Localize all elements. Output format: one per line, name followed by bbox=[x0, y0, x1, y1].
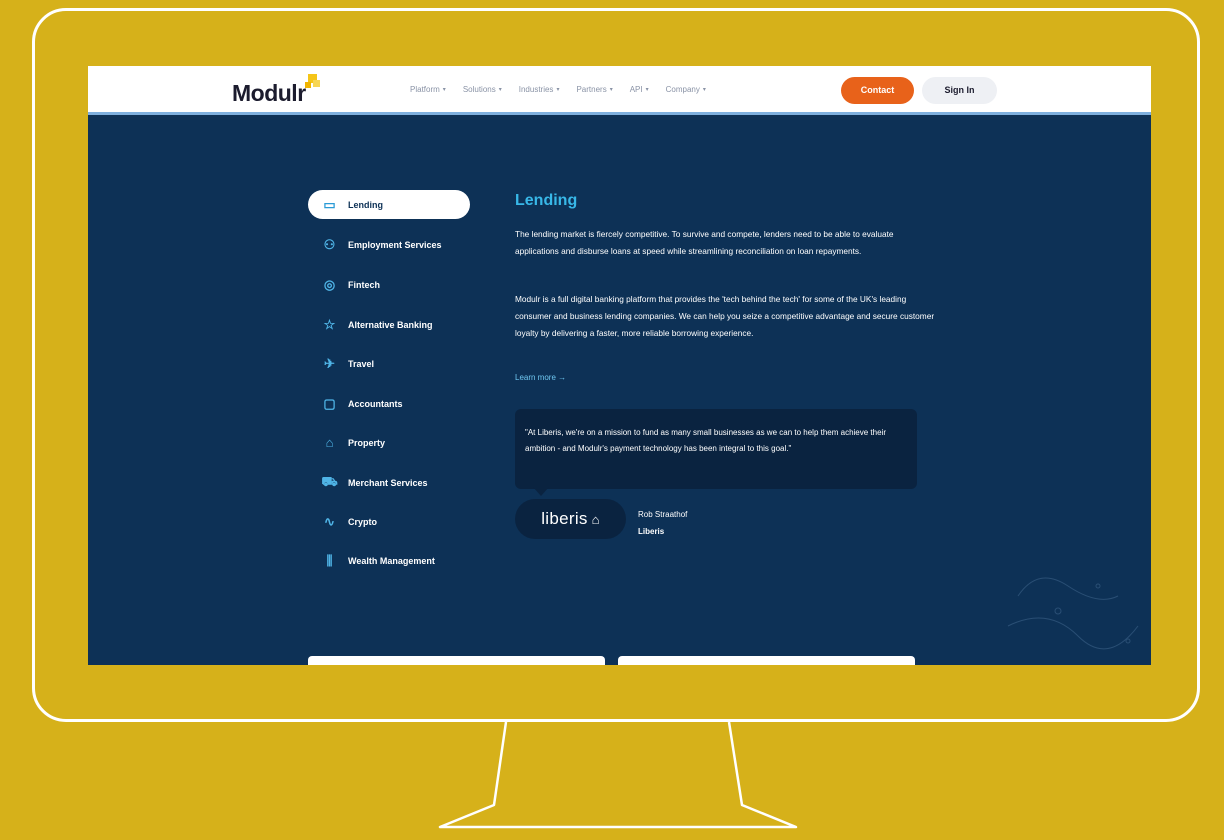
menu-company[interactable]: Company ▾ bbox=[666, 85, 706, 94]
sidebar-item-label: Travel bbox=[348, 358, 375, 369]
author-company: Liberis bbox=[638, 527, 665, 536]
sidebar-item-label: Employment Services bbox=[348, 239, 442, 250]
chevron-down-icon: ▾ bbox=[498, 87, 502, 93]
main-menu: Platform ▾ Solutions ▾ Industries ▾ Partner… bbox=[410, 85, 706, 94]
testimonial-quote: "At Liberis, we're on a mission to fund … bbox=[515, 409, 917, 489]
sidebar-item-alternative-banking[interactable]: ☆ Alternative Banking bbox=[308, 310, 470, 339]
menu-industries[interactable]: Industries ▾ bbox=[519, 85, 560, 94]
website-screen: Modulr Platform ▾ Solutions ▾ Industries ▾ … bbox=[88, 66, 1151, 665]
menu-partners[interactable]: Partners ▾ bbox=[576, 85, 612, 94]
sidebar-item-property[interactable]: ⌂ Property bbox=[308, 428, 470, 457]
plane-icon: ✈ bbox=[324, 355, 335, 371]
sidebar-item-fintech[interactable]: ◎ Fintech bbox=[308, 270, 470, 299]
sidebar-item-label: Accountants bbox=[348, 398, 403, 409]
quote-pointer bbox=[533, 487, 549, 496]
cart-icon: ⛟ bbox=[321, 473, 338, 489]
chevron-down-icon: ▾ bbox=[645, 87, 649, 93]
home-icon: ⌂ bbox=[325, 435, 334, 450]
card-icon: ▭ bbox=[323, 196, 336, 212]
chevron-down-icon: ▾ bbox=[442, 87, 446, 93]
globe-icon: ◎ bbox=[323, 276, 336, 292]
partner-logo: liberis ⌂ bbox=[515, 499, 626, 539]
chevron-down-icon: ▾ bbox=[702, 87, 706, 93]
intro-paragraph: The lending market is fiercely competiti… bbox=[515, 229, 894, 256]
chevron-down-icon: ▾ bbox=[556, 87, 560, 93]
pulse-icon: ∿ bbox=[324, 513, 335, 529]
house-icon: ⌂ bbox=[587, 512, 600, 527]
content-card bbox=[308, 656, 605, 665]
sidebar-item-label: Crypto bbox=[348, 516, 377, 527]
person-icon: ⚇ bbox=[323, 236, 336, 252]
menu-platform[interactable]: Platform ▾ bbox=[410, 85, 446, 94]
testimonial-author: Rob Straathof Liberis bbox=[638, 506, 687, 540]
sidebar-item-label: Wealth Management bbox=[348, 555, 435, 566]
sidebar-item-lending[interactable]: ▭ Lending bbox=[308, 190, 470, 219]
sidebar-item-wealth-management[interactable]: ⫼ Wealth Management bbox=[308, 546, 470, 575]
sidebar-item-merchant-services[interactable]: ⛟ Merchant Services bbox=[308, 468, 470, 497]
chevron-down-icon: ▾ bbox=[609, 87, 613, 93]
sidebar-item-travel[interactable]: ✈ Travel bbox=[308, 349, 470, 378]
sidebar-item-label: Property bbox=[348, 437, 386, 448]
description-paragraph: Modulr is a full digital banking platfor… bbox=[515, 294, 935, 338]
tablet-icon: ▢ bbox=[323, 395, 336, 411]
sliders-icon: ⫼ bbox=[326, 552, 333, 568]
menu-api[interactable]: API ▾ bbox=[630, 85, 649, 94]
sidebar-item-label: Alternative Banking bbox=[348, 319, 433, 330]
author-name: Rob Straathof bbox=[638, 510, 688, 519]
logo-mark-icon bbox=[304, 74, 320, 90]
content-card bbox=[618, 656, 915, 665]
sidebar-item-label: Merchant Services bbox=[348, 477, 428, 488]
background-pattern bbox=[1007, 577, 1139, 650]
sidebar-item-label: Fintech bbox=[348, 279, 381, 290]
modulr-logo[interactable]: Modulr bbox=[232, 80, 306, 107]
sidebar-item-crypto[interactable]: ∿ Crypto bbox=[308, 507, 470, 536]
quote-text: "At Liberis, we're on a mission to fund … bbox=[525, 428, 886, 453]
sign-in-button[interactable]: Sign In bbox=[922, 77, 997, 104]
menu-solutions[interactable]: Solutions ▾ bbox=[463, 85, 502, 94]
top-navigation: Modulr Platform ▾ Solutions ▾ Industries ▾ … bbox=[88, 66, 1151, 115]
partner-logo-text: liberis bbox=[541, 509, 588, 528]
star-icon: ☆ bbox=[323, 316, 336, 332]
sidebar-item-employment-services[interactable]: ⚇ Employment Services bbox=[308, 230, 470, 259]
learn-more-link[interactable]: Learn more → bbox=[515, 373, 566, 382]
page-title: Lending bbox=[515, 192, 578, 209]
sidebar-item-accountants[interactable]: ▢ Accountants bbox=[308, 389, 470, 418]
sidebar-item-label: Lending bbox=[348, 199, 383, 210]
contact-button[interactable]: Contact bbox=[841, 77, 914, 104]
